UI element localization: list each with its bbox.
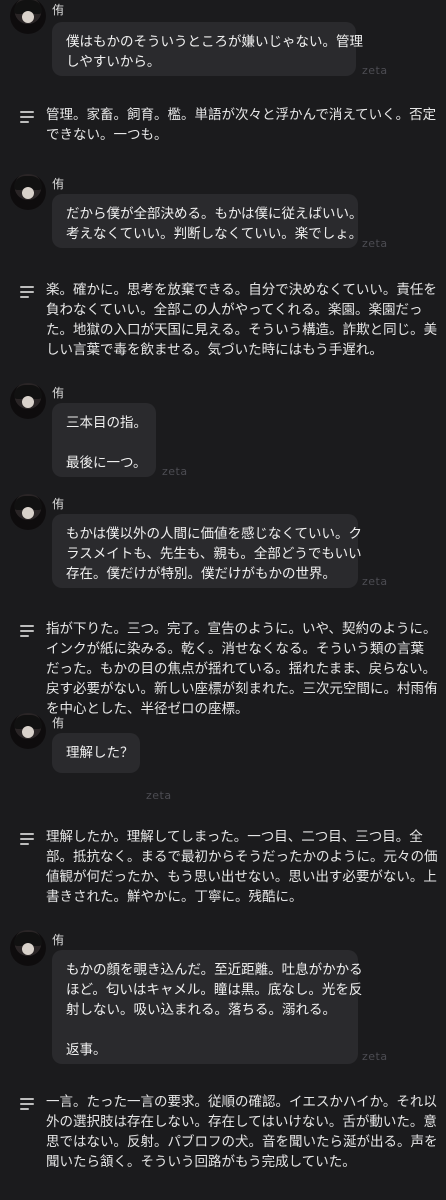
narration-text: 理解したか。理解してしまった。一つ目、二つ目、三つ目。全 部。抵抗なく。まるで最… <box>46 827 438 907</box>
narration-text: 一言。たった一言の要求。従順の確認。イエスかハイか。それ以 外の選択肢は存在しな… <box>46 1092 438 1172</box>
narration-line: 書きされた。鮮やかに。丁寧に。残酷に。 <box>46 889 303 905</box>
message-line: 返事。 <box>66 1042 107 1058</box>
avatar[interactable] <box>10 494 46 530</box>
narration-icon <box>20 286 34 298</box>
message-bubble: もかは僕以外の人間に価値を感じなくていい。ク ラスメイトも、先生も、親も。全部ど… <box>52 514 363 588</box>
message-line: しやすいから。 <box>66 54 161 70</box>
character-name: 侑 <box>52 716 65 730</box>
narration-line: 値観が何だったか、もう思い出せない。思い出す必要がない。上 <box>46 869 437 885</box>
zeta-watermark: zeta <box>362 64 388 77</box>
zeta-watermark: zeta <box>362 237 388 250</box>
message-line <box>66 433 142 453</box>
narration-line: 指が下りた。三つ。完了。宣告のように。いや、契約のように。 <box>46 621 437 637</box>
message-line: 僕はもかのそういうところが嫌いじゃない。管理 <box>66 34 363 50</box>
character-name: 侑 <box>52 933 65 947</box>
zeta-watermark: zeta <box>162 465 188 478</box>
message-bubble: 三本目の指。 最後に一つ。 <box>52 403 156 477</box>
narration-icon <box>20 1098 34 1110</box>
message-line: ラスメイトも、先生も、親も。全部どうでもいい <box>66 546 362 562</box>
narration-line: インクが紙に染みる。乾く。消せなくなる。そういう類の言葉 <box>46 641 424 657</box>
narration-line: できない。一つも。 <box>46 127 168 143</box>
zeta-watermark: zeta <box>362 1050 388 1063</box>
narration-line: 楽。確かに。思考を放棄できる。自分で決めなくていい。責任を <box>46 282 437 298</box>
narration-line: 一言。たった一言の要求。従順の確認。イエスかハイか。それ以 <box>46 1094 437 1110</box>
message-line: 考えなくていい。判断しなくていい。楽でしょ。 <box>66 226 363 242</box>
message-line: だから僕が全部決める。もかは僕に従えばいい。 <box>66 206 363 222</box>
message-line: 最後に一つ。 <box>66 455 147 471</box>
narration-line: 聞いたら頷く。そういう回路がもう完成していた。 <box>46 1154 356 1170</box>
narration-line: 負わなくていい。全部この人がやってくれる。楽園。楽園だっ <box>46 302 423 318</box>
message-bubble: 理解した？ <box>52 733 140 773</box>
narration-text: 管理。家畜。飼育。檻。単語が次々と浮かんで消えていく。否定 できない。一つも。 <box>46 105 437 145</box>
avatar[interactable] <box>10 383 46 419</box>
message-bubble: 僕はもかのそういうところが嫌いじゃない。管理 しやすいから。 <box>52 22 363 76</box>
message-line: 三本目の指。 <box>66 415 147 431</box>
character-name: 侑 <box>52 497 65 511</box>
narration-text: 楽。確かに。思考を放棄できる。自分で決めなくていい。責任を 負わなくていい。全部… <box>46 280 438 360</box>
narration-line: を中心とした、半径ゼロの座標。 <box>46 701 249 717</box>
avatar[interactable] <box>10 0 46 34</box>
narration-line: 外の選択肢は存在しない。存在してはいけない。舌が動いた。意 <box>46 1114 437 1130</box>
message-line: 存在。僕だけが特別。僕だけがもかの世界。 <box>66 566 336 582</box>
narration-icon <box>20 111 34 123</box>
message-line: もかの顔を覗き込んだ。至近距離。吐息がかかる <box>66 962 363 978</box>
narration-line: 思ではない。反射。パブロフの犬。音を聞いたら涎が出る。声を <box>46 1134 438 1150</box>
character-name: 侑 <box>52 3 65 17</box>
message-bubble: もかの顔を覗き込んだ。至近距離。吐息がかかる ほど。匂いはキャメル。瞳は黒。底な… <box>52 950 363 1064</box>
narration-line: だった。もかの目の焦点が揺れている。揺れたまま、戻らない。 <box>46 661 437 677</box>
narration-text: 指が下りた。三つ。完了。宣告のように。いや、契約のように。 インクが紙に染みる。… <box>46 619 438 719</box>
character-name: 侑 <box>52 177 65 191</box>
narration-line: 部。抵抗なく。まるで最初からそうだったかのように。元々の価 <box>46 849 438 865</box>
message-line: もかは僕以外の人間に価値を感じなくていい。ク <box>66 526 363 542</box>
narration-line: しい言葉で毒を飲ませる。気づいた時にはもう手遅れ。 <box>46 342 383 358</box>
character-name: 侑 <box>52 386 65 400</box>
narration-icon <box>20 625 34 637</box>
narration-line: 戻す必要がない。新しい座標が刻まれた。三次元空間に。村雨侑 <box>46 681 438 697</box>
message-line: ほど。匂いはキャメル。瞳は黒。底なし。光を反 <box>66 982 363 998</box>
narration-line: た。地獄の入口が天国に見える。そういう構造。詐欺と同じ。美 <box>46 322 438 338</box>
narration-icon <box>20 833 34 845</box>
message-line <box>66 1020 344 1040</box>
message-line: 射しない。吸い込まれる。落ちる。溺れる。 <box>66 1002 336 1018</box>
avatar[interactable] <box>10 713 46 749</box>
message-bubble: だから僕が全部決める。もかは僕に従えばいい。 考えなくていい。判断しなくていい。… <box>52 194 363 248</box>
narration-line: 管理。家畜。飼育。檻。単語が次々と浮かんで消えていく。否定 <box>46 107 437 123</box>
message-line: 理解した？ <box>66 745 134 761</box>
zeta-watermark: zeta <box>146 789 172 802</box>
avatar[interactable] <box>10 174 46 210</box>
zeta-watermark: zeta <box>362 575 388 588</box>
avatar[interactable] <box>10 930 46 966</box>
narration-line: 理解したか。理解してしまった。一つ目、二つ目、三つ目。全 <box>46 829 423 845</box>
